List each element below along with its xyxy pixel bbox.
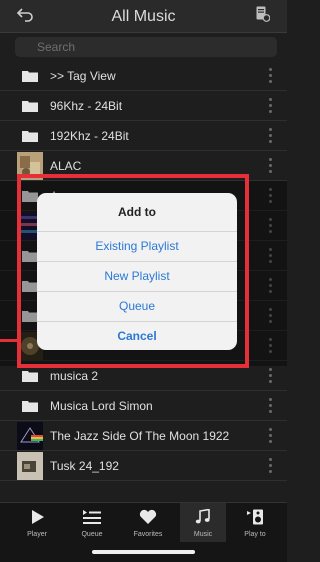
folder-icon: [22, 71, 38, 82]
heart-icon: [139, 509, 157, 524]
more-options-icon[interactable]: [269, 68, 273, 84]
folder-icon: [22, 281, 38, 292]
page-title: All Music: [111, 8, 176, 25]
tab-label: Player: [27, 531, 47, 538]
tab-label: Favorites: [133, 531, 163, 538]
existing-playlist-button[interactable]: Existing Playlist: [37, 232, 237, 262]
list-item[interactable]: Musica Lord Simon: [0, 391, 287, 421]
search-input[interactable]: [15, 37, 277, 57]
device-icon[interactable]: [256, 6, 270, 22]
list-item[interactable]: Tusk 24_192: [0, 451, 287, 481]
tab-music[interactable]: Music: [180, 503, 226, 543]
list-item[interactable]: 192Khz - 24Bit: [0, 121, 287, 151]
tab-label: Play to: [244, 531, 266, 538]
add-to-dialog: Add to Existing Playlist New Playlist Qu…: [37, 193, 237, 350]
new-playlist-button[interactable]: New Playlist: [37, 262, 237, 292]
folder-icon: [22, 101, 38, 112]
more-options-icon[interactable]: [269, 158, 273, 174]
more-options-icon[interactable]: [269, 98, 273, 114]
cancel-button[interactable]: Cancel: [37, 322, 237, 350]
music-note-icon: [195, 509, 210, 524]
tab-player[interactable]: Player: [14, 503, 60, 543]
more-options-icon[interactable]: [269, 338, 273, 354]
list-item[interactable]: musica 2: [0, 361, 287, 391]
queue-icon: [83, 510, 101, 524]
play-icon: [32, 510, 44, 524]
list-item[interactable]: >> Tag View: [0, 61, 287, 91]
highlight-pointer: [0, 339, 17, 342]
folder-icon: [22, 191, 38, 202]
folder-icon: [22, 251, 38, 262]
folder-icon: [22, 371, 38, 382]
folder-icon: [22, 131, 38, 142]
tab-play-to[interactable]: Play to: [232, 503, 278, 543]
folder-icon: [22, 401, 38, 412]
album-art: [17, 152, 43, 180]
home-indicator[interactable]: [92, 550, 195, 554]
tab-label: Queue: [81, 531, 103, 538]
list-item-label: The Jazz Side Of The Moon 1922: [50, 429, 230, 443]
tab-favorites[interactable]: Favorites: [125, 503, 171, 543]
more-options-icon[interactable]: [269, 428, 273, 444]
list-item[interactable]: ALAC: [0, 151, 287, 181]
list-item-label: ALAC: [50, 159, 82, 173]
speaker-icon: [247, 509, 263, 525]
tab-label: Music: [193, 531, 213, 538]
more-options-icon[interactable]: [269, 278, 273, 294]
more-options-icon[interactable]: [269, 128, 273, 144]
more-options-icon[interactable]: [269, 458, 273, 474]
queue-button[interactable]: Queue: [37, 292, 237, 322]
list-item[interactable]: The Jazz Side Of The Moon 1922: [0, 421, 287, 451]
more-options-icon[interactable]: [269, 248, 273, 264]
more-options-icon[interactable]: [269, 398, 273, 414]
tab-queue[interactable]: Queue: [69, 503, 115, 543]
album-art: [17, 452, 43, 480]
more-options-icon[interactable]: [269, 308, 273, 324]
bottom-tab-bar: Player Queue Favorites Music Play to: [0, 502, 287, 543]
list-item-label: >> Tag View: [50, 69, 116, 83]
more-options-icon[interactable]: [269, 218, 273, 234]
more-options-icon[interactable]: [269, 368, 273, 384]
list-item-label: 192Khz - 24Bit: [50, 129, 129, 143]
more-options-icon[interactable]: [269, 188, 273, 204]
list-item-label: musica 2: [50, 369, 99, 383]
header-bar: All Music: [0, 0, 287, 33]
list-item[interactable]: 96Khz - 24Bit: [0, 91, 287, 121]
list-item-label: Musica Lord Simon: [50, 399, 153, 413]
list-item-label: 96Khz - 24Bit: [50, 99, 123, 113]
folder-icon: [22, 311, 38, 322]
dialog-title: Add to: [37, 193, 237, 232]
list-item-label: Tusk 24_192: [50, 459, 119, 473]
album-art: [17, 422, 43, 450]
